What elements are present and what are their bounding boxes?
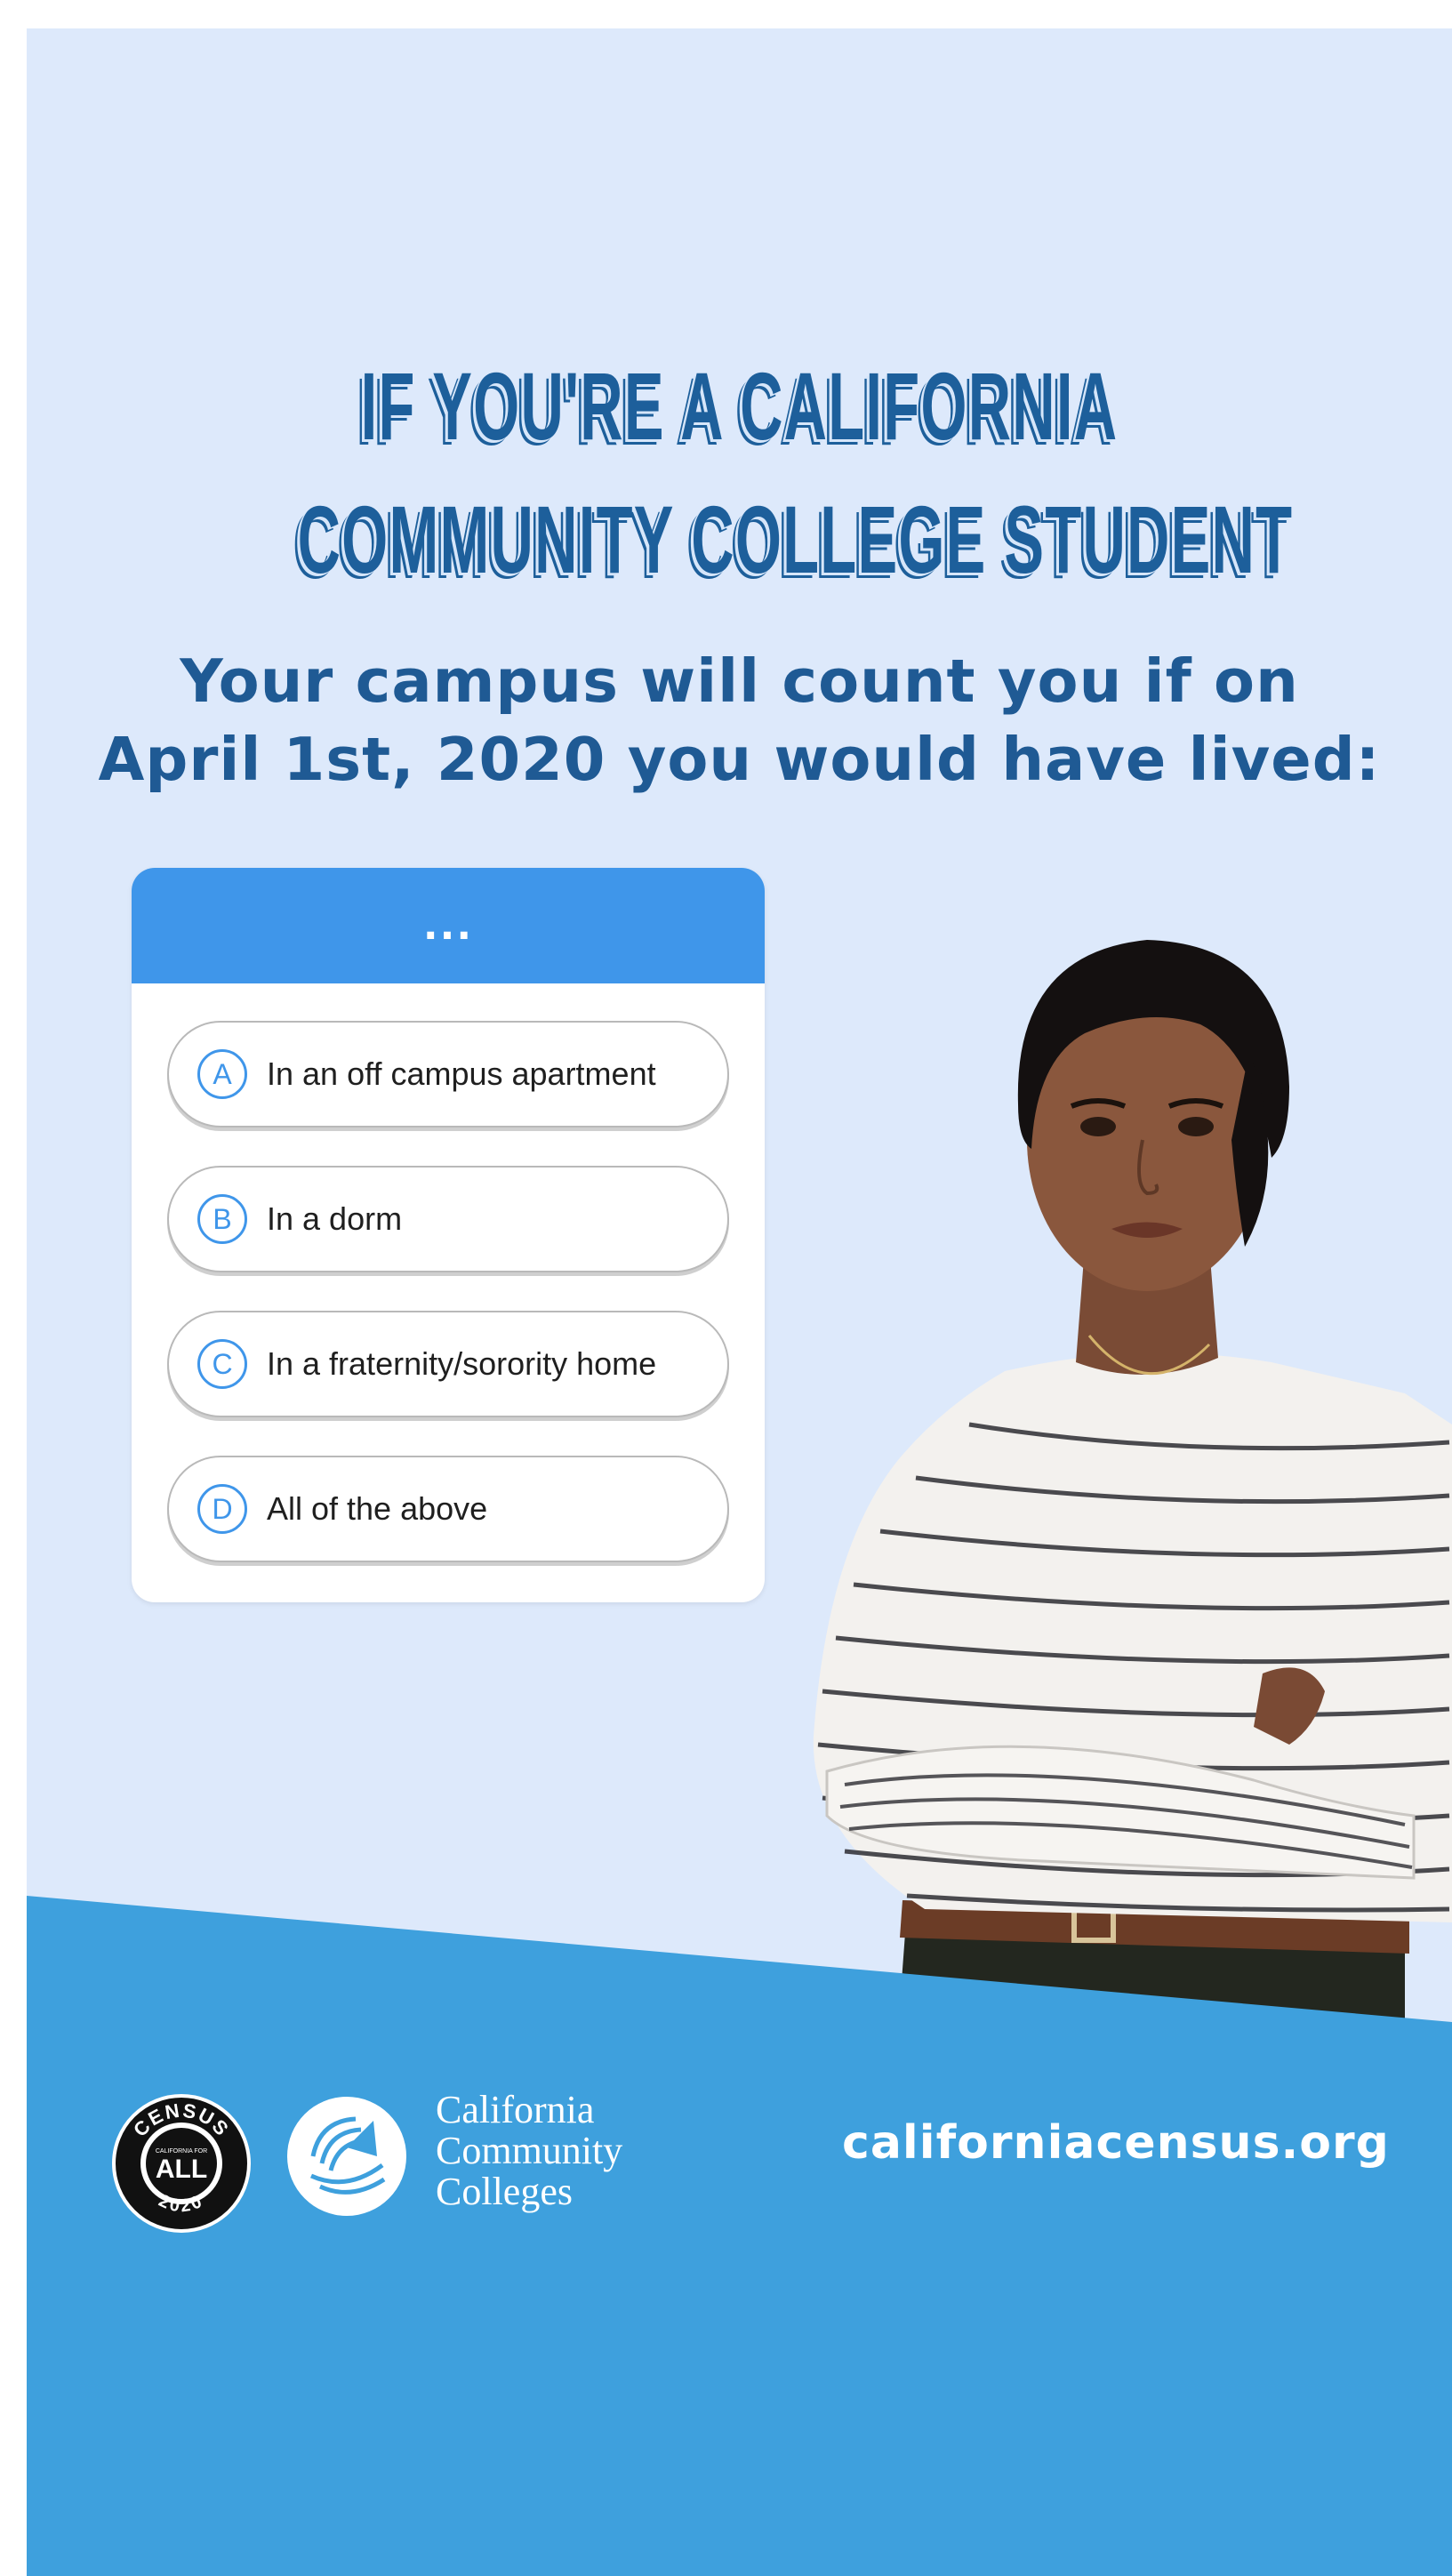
option-letter-a: A <box>197 1049 247 1099</box>
quiz-option-a[interactable]: A In an off campus apartment <box>167 1021 729 1128</box>
quiz-option-d[interactable]: D All of the above <box>167 1456 729 1562</box>
quiz-card: ... A In an off campus apartment B In a … <box>132 868 765 1602</box>
website-link[interactable]: californiacensus.org <box>842 2116 1390 2170</box>
census-logo-center-text: ALL <box>156 2155 207 2184</box>
option-letter-d: D <box>197 1484 247 1534</box>
quiz-option-b[interactable]: B In a dorm <box>167 1166 729 1272</box>
ccc-seal-icon <box>287 2097 406 2216</box>
student-photo <box>813 940 1452 2029</box>
headline-line-2: COMMUNITY COLLEGE STUDENT <box>297 486 1294 593</box>
college-wordmark-line-2: Community <box>436 2129 623 2172</box>
headline: IF YOU'RE A CALIFORNIA COMMUNITY COLLEGE… <box>297 340 1294 606</box>
college-wordmark-line-3: Colleges <box>436 2170 573 2213</box>
college-wordmark-line-1: California <box>436 2088 595 2131</box>
poster-panel: IF YOU'RE A CALIFORNIA COMMUNITY COLLEGE… <box>27 28 1452 2576</box>
option-text-a: In an off campus apartment <box>267 1055 656 1092</box>
census-logo-middle-text: CALIFORNIA FOR <box>156 2148 207 2155</box>
headline-line-1: IF YOU'RE A CALIFORNIA <box>360 352 1119 460</box>
subheadline-line-1: Your campus will count you if on <box>180 646 1299 716</box>
college-wordmark: California Community Colleges <box>436 2090 622 2212</box>
subheadline: Your campus will count you if on April 1… <box>27 642 1452 798</box>
subheadline-line-2: April 1st, 2020 you would have lived: <box>98 725 1381 794</box>
quiz-card-header: ... <box>132 868 765 983</box>
option-text-b: In a dorm <box>267 1200 403 1237</box>
quiz-option-c[interactable]: C In a fraternity/sorority home <box>167 1311 729 1417</box>
option-text-d: All of the above <box>267 1490 488 1527</box>
option-letter-c: C <box>197 1339 247 1389</box>
census-2020-logo: CENSUS 2020 CALIFORNIA FOR ALL <box>112 2094 251 2233</box>
option-text-c: In a fraternity/sorority home <box>267 1345 657 1382</box>
option-letter-b: B <box>197 1194 247 1244</box>
